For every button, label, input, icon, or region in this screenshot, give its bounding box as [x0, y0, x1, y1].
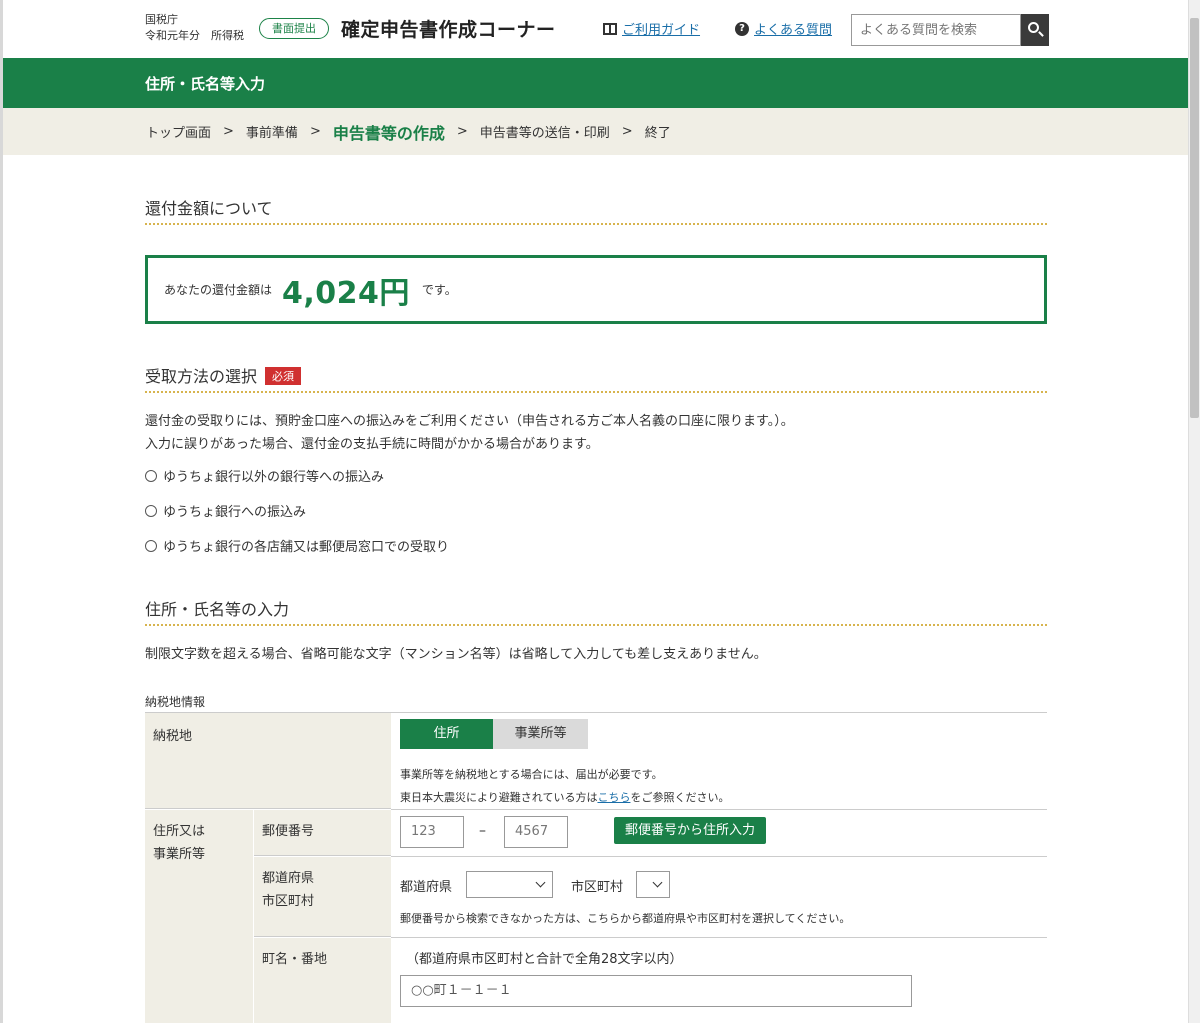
receipt-note-2: 入力に誤りがあった場合、還付金の支払手続に時間がかかる場合があります。	[145, 437, 599, 452]
chevron-right-icon: >	[621, 124, 633, 139]
tax-place-table: 納税地 住所 事業所等 事業所等を納税地とする場合には、届出が必要です。 東日本…	[145, 712, 1047, 1023]
page-title: 住所・氏名等入力	[145, 75, 266, 93]
chevron-down-icon	[535, 877, 546, 888]
chevron-right-icon: >	[223, 124, 234, 139]
required-badge: 必須	[265, 367, 302, 385]
breadcrumb: トップ画面 > 事前準備 > 申告書等の作成 > 申告書等の送信・印刷 > 終了	[3, 108, 1188, 155]
refund-post-text: です。	[421, 283, 457, 297]
user-guide-link[interactable]: ご利用ガイド	[603, 19, 700, 38]
zip-dash: –	[479, 823, 486, 839]
receipt-option-counter[interactable]: ゆうちょ銀行の各店舗又は郵便局窓口での受取り	[145, 536, 449, 555]
pref-note: 郵便番号から検索できなかった方は、こちらから都道府県や市区町村を選択してください…	[400, 912, 851, 925]
faq-label: よくある質問	[754, 23, 833, 38]
zip-code-second-input[interactable]: 4567	[504, 816, 568, 848]
question-icon: ?	[735, 21, 749, 36]
zip-code-first-input[interactable]: 123	[400, 816, 464, 848]
tab-address[interactable]: 住所	[400, 719, 493, 749]
chevron-down-icon	[652, 877, 663, 888]
chevron-right-icon: >	[456, 124, 468, 139]
disaster-note: 東日本大震災により避難されている方はこちらをご参照ください。	[400, 791, 730, 804]
breadcrumb-step-send: 申告書等の送信・印刷	[479, 126, 610, 141]
breadcrumb-step-end: 終了	[644, 126, 671, 141]
tax-year: 令和元年分 所得税	[145, 29, 244, 42]
pref-label: 都道府県	[400, 880, 453, 895]
receipt-section-title: 受取方法の選択 必須	[145, 363, 302, 387]
agency-info: 国税庁 令和元年分 所得税	[145, 12, 244, 44]
row-label-zip: 郵便番号	[254, 810, 391, 856]
refund-pre-text: あなたの還付金額は	[164, 283, 273, 297]
section-divider	[145, 391, 1047, 393]
receipt-option-yucho-transfer[interactable]: ゆうちょ銀行への振込み	[145, 501, 306, 520]
tab-business-place[interactable]: 事業所等	[493, 719, 588, 749]
book-icon	[603, 22, 617, 35]
refund-section-title: 還付金額について	[145, 199, 273, 218]
receipt-title-text: 受取方法の選択	[145, 367, 258, 386]
city-label: 市区町村	[571, 880, 624, 895]
city-select[interactable]	[636, 871, 670, 898]
radio-button[interactable]	[145, 469, 157, 482]
breadcrumb-step-current: 申告書等の作成	[332, 123, 445, 143]
row-label-nozeichi: 納税地	[145, 713, 391, 809]
chevron-right-icon: >	[309, 124, 321, 139]
faq-link[interactable]: ? よくある質問	[735, 19, 832, 38]
receipt-note-1: 還付金の受取りには、預貯金口座への振込みをご利用ください（申告される方ご本人名義…	[145, 414, 794, 429]
row-label-address-group: 住所又は 事業所等	[145, 810, 253, 1023]
town-note: （都道府県市区町村と合計で全角28文字以内）	[406, 952, 683, 967]
vertical-scrollbar[interactable]	[1188, 0, 1200, 1023]
zip-lookup-button[interactable]: 郵便番号から住所入力	[614, 817, 767, 844]
row-label-town: 町名・番地	[254, 938, 391, 1023]
row-label-pref-city: 都道府県 市区町村	[254, 857, 391, 937]
receipt-option-bank[interactable]: ゆうちょ銀行以外の銀行等への振込み	[145, 466, 384, 485]
prefecture-select[interactable]	[466, 871, 553, 898]
address-section-title: 住所・氏名等の入力	[145, 600, 290, 619]
search-icon	[1028, 22, 1039, 33]
paper-submission-badge: 書面提出	[259, 18, 329, 39]
here-link[interactable]: こちら	[597, 791, 630, 804]
agency-name: 国税庁	[145, 13, 178, 26]
radio-button[interactable]	[145, 504, 157, 517]
tax-place-caption: 納税地情報	[145, 695, 206, 709]
refund-amount: 4,024円	[282, 275, 410, 311]
section-divider	[145, 223, 1047, 225]
user-guide-label: ご利用ガイド	[622, 23, 701, 38]
radio-button[interactable]	[145, 539, 157, 552]
search-button[interactable]	[1021, 14, 1049, 46]
site-header: 国税庁 令和元年分 所得税 書面提出 確定申告書作成コーナー ご利用ガイド ? …	[3, 0, 1188, 58]
scrollbar-thumb[interactable]	[1190, 18, 1199, 418]
breadcrumb-step-prep: 事前準備	[245, 126, 298, 141]
address-note: 制限文字数を超える場合、省略可能な文字（マンション名等）は省略して入力しても差し…	[145, 647, 767, 662]
option-label: ゆうちょ銀行の各店舗又は郵便局窓口での受取り	[163, 540, 450, 555]
breadcrumb-step-top: トップ画面	[146, 126, 212, 141]
refund-amount-box: あなたの還付金額は 4,024円 です。	[145, 255, 1047, 324]
page-title-bar: 住所・氏名等入力	[3, 58, 1188, 108]
faq-search-input[interactable]	[851, 14, 1021, 46]
business-place-note: 事業所等を納税地とする場合には、届出が必要です。	[400, 768, 663, 781]
option-label: ゆうちょ銀行への振込み	[163, 505, 307, 520]
section-divider	[145, 624, 1047, 626]
option-label: ゆうちょ銀行以外の銀行等への振込み	[163, 470, 385, 485]
town-address-input[interactable]: ○○町１－１－１	[400, 975, 912, 1007]
site-title: 確定申告書作成コーナー	[341, 19, 556, 41]
